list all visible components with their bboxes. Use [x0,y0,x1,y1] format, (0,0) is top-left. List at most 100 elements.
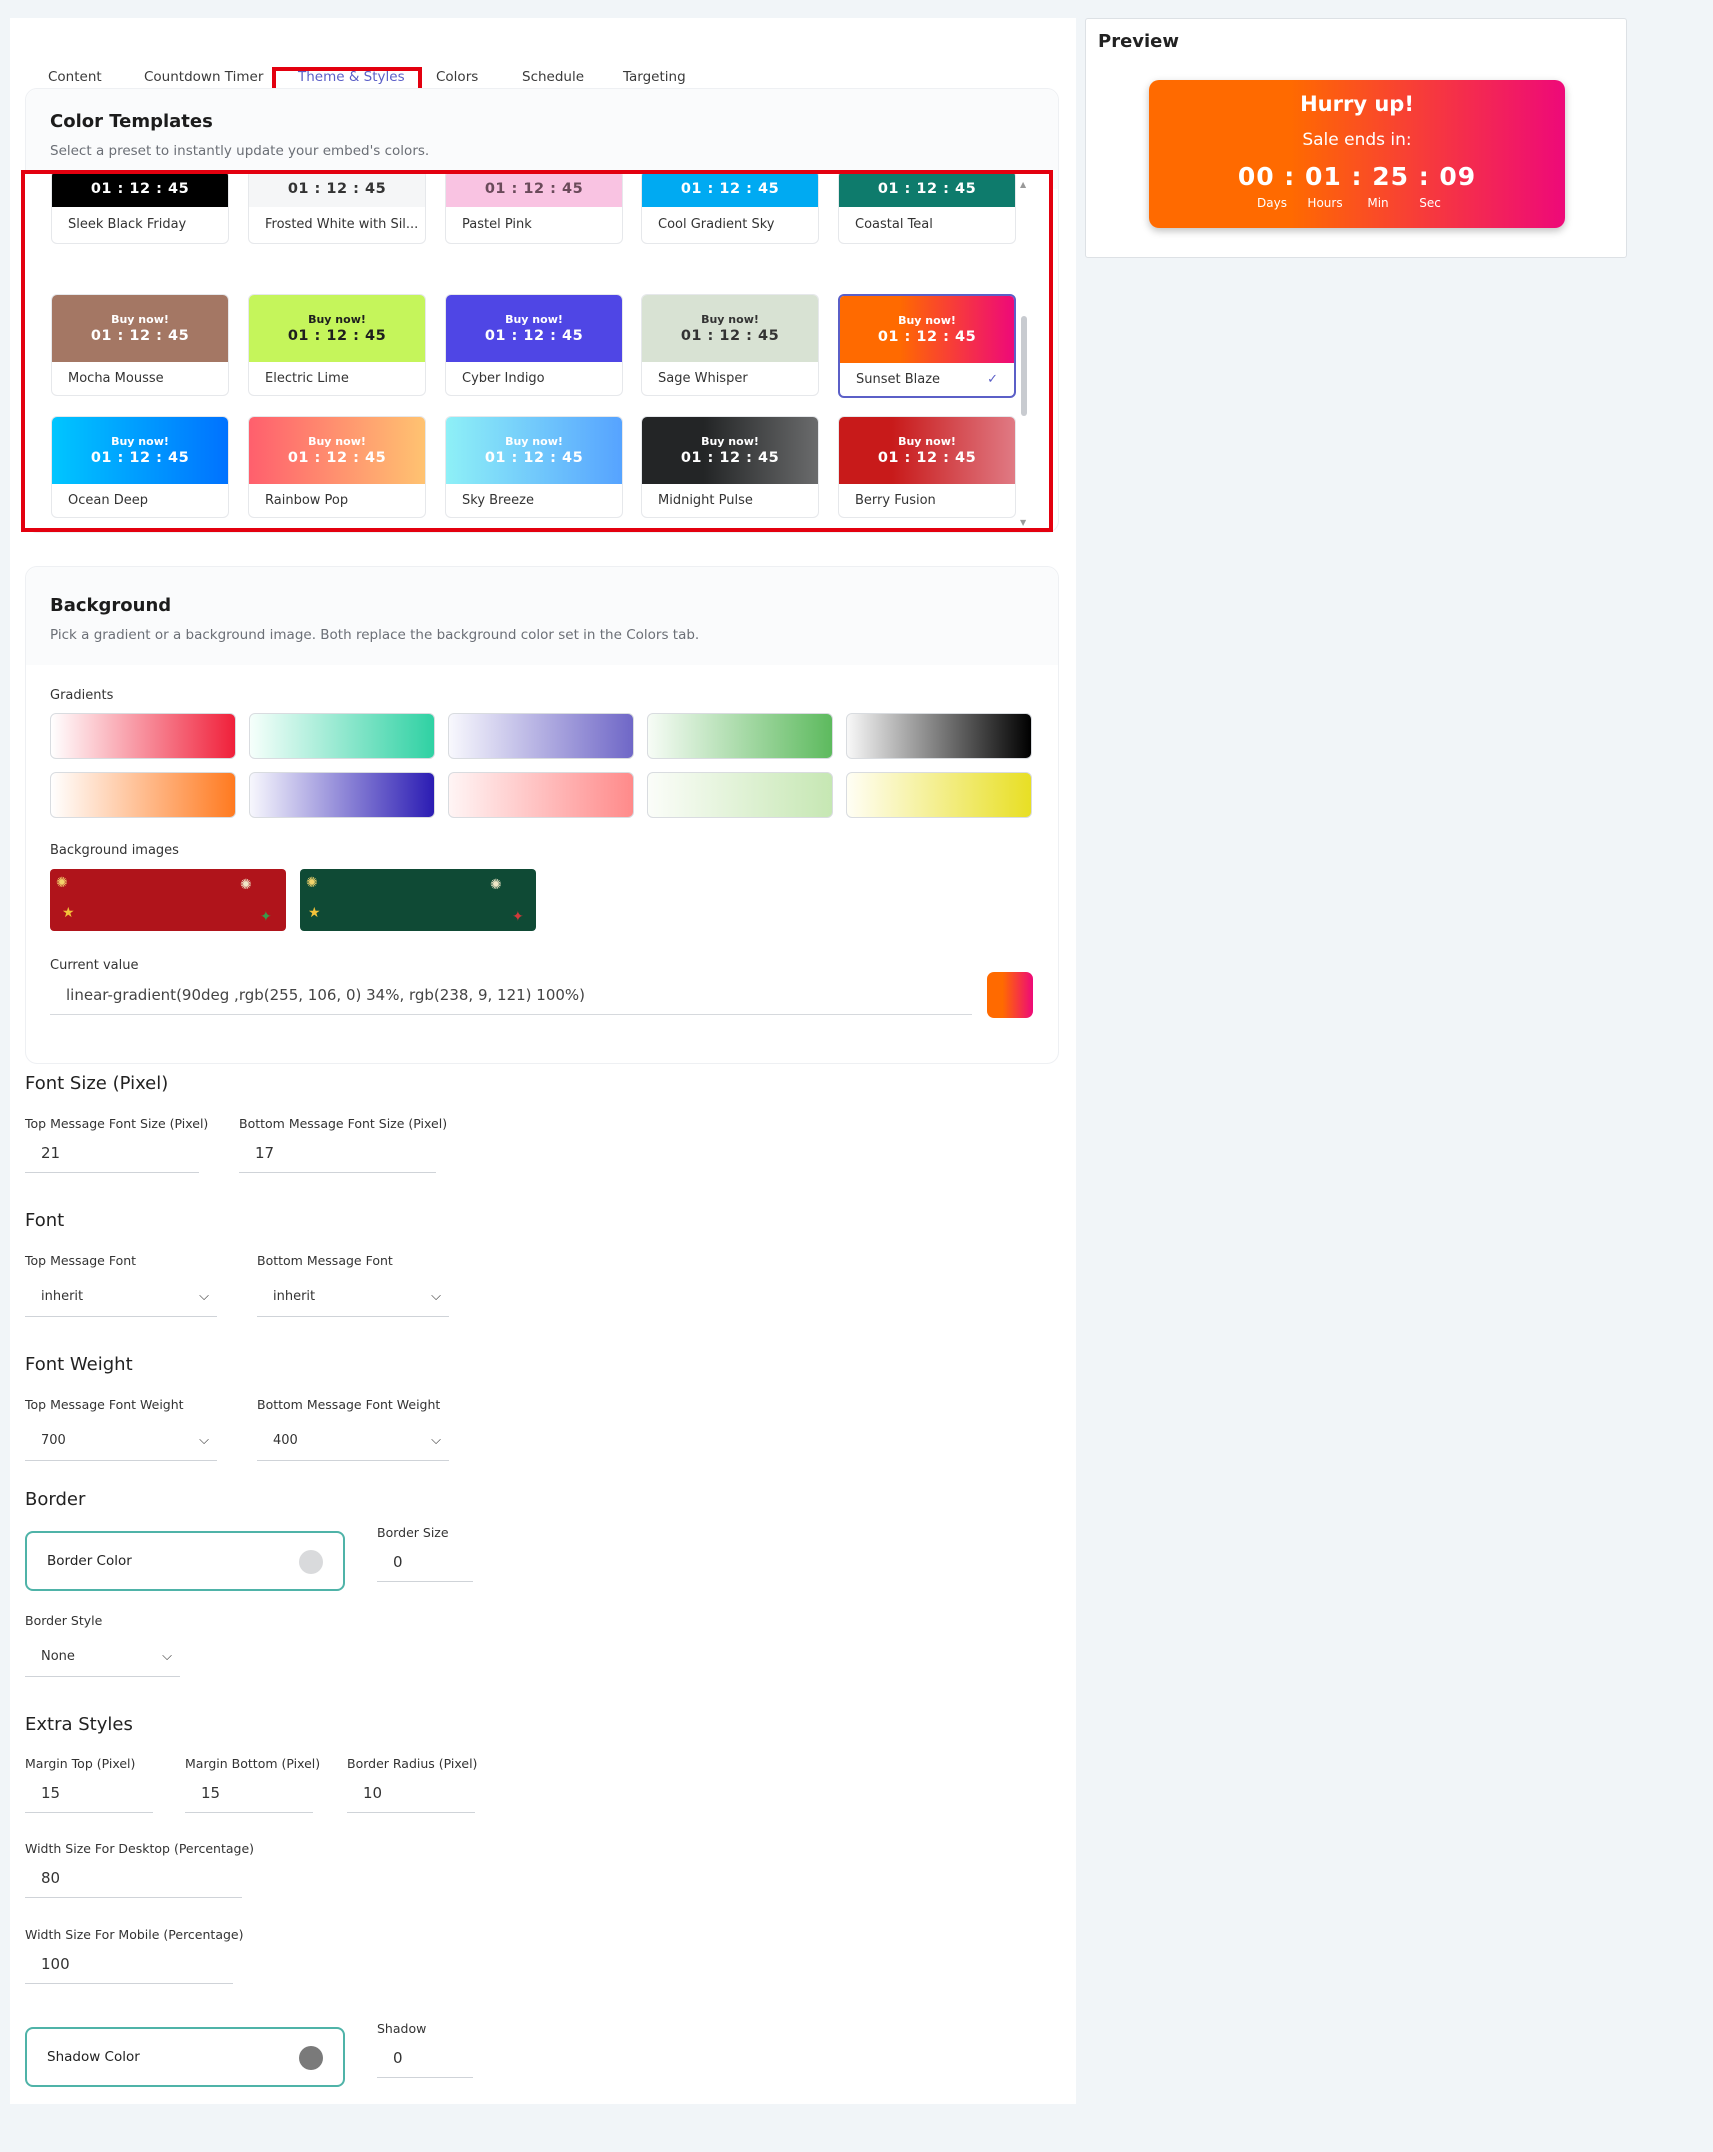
scroll-up-icon[interactable]: ▲ [1020,180,1026,189]
template-swatch: 01 : 12 : 45 [52,174,228,207]
gradient-swatch[interactable] [647,772,833,818]
chevron-down-icon: ⌵ [199,1433,209,1448]
scroll-down-icon[interactable]: ▼ [1020,518,1026,527]
template-name: Rainbow Pop [265,493,349,508]
template-buy-label: Buy now! [505,313,563,326]
bg-image-red[interactable]: ✺ ✺ ★ ✦ [50,869,286,931]
border-color-dot [299,1550,323,1574]
gradient-swatch[interactable] [647,713,833,759]
template-buy-label: Buy now! [701,313,759,326]
bottom-font-size-input[interactable]: 17 [239,1133,436,1173]
template-card[interactable]: Buy now! 01 : 12 : 45 Midnight Pulse [641,416,819,518]
template-card[interactable]: Buy now! 01 : 12 : 45 Mocha Mousse [51,294,229,396]
tab-colors[interactable]: Colors [436,69,478,85]
gradient-swatch[interactable] [846,772,1032,818]
template-card[interactable]: Buy now! 01 : 12 : 45 Berry Fusion [838,416,1016,518]
chevron-down-icon: ⌵ [431,1289,441,1304]
template-time-label: 01 : 12 : 45 [680,181,780,197]
bottom-font-weight-select[interactable]: 400 ⌵ [257,1421,449,1461]
background-title: Background [50,595,172,616]
chevron-down-icon: ⌵ [199,1289,209,1304]
extra-styles-title: Extra Styles [25,1714,133,1735]
tab-countdown-timer[interactable]: Countdown Timer [144,69,263,85]
bg-image-green[interactable]: ✺ ✺ ★ ✦ [300,869,536,931]
desktop-width-label: Width Size For Desktop (Percentage) [25,1841,255,1856]
tab-schedule[interactable]: Schedule [522,69,584,85]
scrollbar-thumb[interactable] [1021,316,1027,416]
template-card[interactable]: 01 : 12 : 45 Cool Gradient Sky [641,174,819,244]
current-value-input[interactable]: linear-gradient(90deg ,rgb(255, 106, 0) … [50,975,972,1015]
template-name: Cyber Indigo [462,371,545,386]
top-font-select[interactable]: inherit ⌵ [25,1277,217,1317]
template-card[interactable]: Buy now! 01 : 12 : 45 Sky Breeze [445,416,623,518]
top-font-weight-select[interactable]: 700 ⌵ [25,1421,217,1461]
gradient-swatch[interactable] [448,713,634,759]
mobile-width-input[interactable]: 100 [25,1944,233,1984]
snowflake-icon: ✺ [306,875,318,891]
border-style-select[interactable]: None ⌵ [25,1637,180,1677]
gradient-swatch[interactable] [50,713,236,759]
border-style-label: Border Style [25,1613,103,1628]
template-card[interactable]: 01 : 12 : 45 Coastal Teal [838,174,1016,244]
template-card[interactable]: Buy now! 01 : 12 : 45 Ocean Deep [51,416,229,518]
template-swatch: Buy now! 01 : 12 : 45 [249,417,425,484]
color-templates-title: Color Templates [50,111,213,132]
template-name: Sunset Blaze ✓ [840,363,1014,396]
top-font-weight-value: 700 [41,1433,66,1448]
top-font-weight-label: Top Message Font Weight [25,1397,184,1412]
gradient-swatch[interactable] [448,772,634,818]
gradient-swatch[interactable] [50,772,236,818]
template-card[interactable]: Buy now! 01 : 12 : 45 Cyber Indigo [445,294,623,396]
color-templates-description: Select a preset to instantly update your… [50,143,430,159]
border-size-input[interactable]: 0 [377,1542,473,1582]
mobile-width-label: Width Size For Mobile (Percentage) [25,1927,244,1942]
snowflake-icon: ✺ [240,877,252,893]
template-card[interactable]: 01 : 12 : 45 Pastel Pink [445,174,623,244]
template-time-label: 01 : 12 : 45 [877,329,977,345]
template-swatch: Buy now! 01 : 12 : 45 [642,295,818,362]
template-card[interactable]: Buy now! 01 : 12 : 45 Sunset Blaze ✓ [838,294,1016,398]
gradient-swatch[interactable] [846,713,1032,759]
font-size-title: Font Size (Pixel) [25,1073,169,1094]
background-images-label: Background images [50,843,179,858]
margin-bottom-input[interactable]: 15 [185,1773,313,1813]
template-card[interactable]: Buy now! 01 : 12 : 45 Rainbow Pop [248,416,426,518]
tab-targeting[interactable]: Targeting [623,69,686,85]
border-color-button[interactable]: Border Color [25,1531,345,1591]
margin-top-input[interactable]: 15 [25,1773,153,1813]
preview-bottom-message: Sale ends in: [1302,130,1412,150]
template-swatch: 01 : 12 : 45 [839,174,1015,207]
gradients-label: Gradients [50,688,114,703]
bottom-font-select[interactable]: inherit ⌵ [257,1277,449,1317]
template-swatch: 01 : 12 : 45 [446,174,622,207]
border-title: Border [25,1489,86,1510]
shadow-color-label: Shadow Color [47,2049,140,2065]
template-name: Electric Lime [265,371,349,386]
tab-content[interactable]: Content [48,69,102,85]
current-color-swatch[interactable] [987,972,1033,1018]
desktop-width-input[interactable]: 80 [25,1858,242,1898]
template-card[interactable]: 01 : 12 : 45 Frosted White with Sil... [248,174,426,244]
shadow-color-button[interactable]: Shadow Color [25,2027,345,2087]
preview-title: Preview [1098,31,1180,52]
star-icon: ★ [308,905,321,921]
top-font-size-input[interactable]: 21 [25,1133,199,1173]
template-time-label: 01 : 12 : 45 [287,450,387,466]
countdown-banner-preview: Hurry up! Sale ends in: 00 : 01 : 25 : 0… [1149,80,1565,228]
preview-time-units: Days Hours Min Sec [1257,196,1459,212]
template-card[interactable]: Buy now! 01 : 12 : 45 Sage Whisper [641,294,819,396]
border-radius-input[interactable]: 10 [347,1773,475,1813]
shadow-input[interactable]: 0 [377,2038,473,2078]
gradient-swatch[interactable] [249,772,435,818]
color-templates-grid: ▲ ▼ 01 : 12 : 45 Sleek Black Friday 01 : 1… [21,170,1053,532]
bottom-font-value: inherit [273,1289,316,1304]
template-name: Cool Gradient Sky [658,217,775,232]
gradient-swatch[interactable] [249,713,435,759]
templates-scrollbar[interactable]: ▲ ▼ [1020,180,1027,527]
unit-hours: Hours [1307,196,1343,210]
template-swatch: Buy now! 01 : 12 : 45 [839,417,1015,484]
template-buy-label: Buy now! [111,435,169,448]
template-card[interactable]: 01 : 12 : 45 Sleek Black Friday [51,174,229,244]
template-card[interactable]: Buy now! 01 : 12 : 45 Electric Lime [248,294,426,396]
template-name: Midnight Pulse [658,493,753,508]
